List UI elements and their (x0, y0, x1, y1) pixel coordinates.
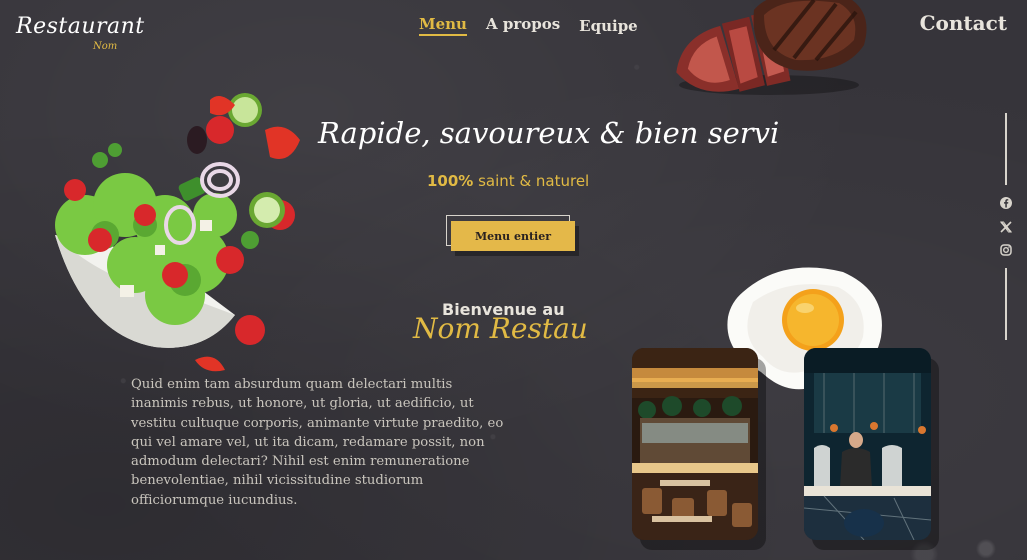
hero-subtitle-strong: 100% (427, 172, 474, 190)
logo-name: Restaurant (16, 14, 145, 39)
restaurant-name-heading: Nom Restau (413, 312, 588, 345)
logo-subtitle: Nom (93, 41, 118, 52)
facebook-icon[interactable] (998, 195, 1014, 211)
salad-bowl-image (55, 93, 300, 372)
welcome-paragraph: Quid enim tam absurdum quam delectari mu… (131, 377, 504, 508)
restaurant-interior-photo (632, 348, 758, 540)
x-icon[interactable] (998, 219, 1014, 235)
nav-equipe[interactable]: Equipe (579, 17, 638, 35)
social-rail-top-line (1005, 113, 1007, 185)
hero-subtitle: 100% saint & naturel (427, 172, 589, 190)
logo[interactable]: Restaurant Nom (16, 14, 145, 58)
hero-title: Rapide, savoureux & bien servi (318, 116, 780, 150)
instagram-icon[interactable] (998, 242, 1014, 258)
hero-subtitle-rest: saint & naturel (473, 172, 590, 190)
full-menu-button[interactable]: Menu entier (451, 221, 575, 251)
nav-a-propos[interactable]: A propos (486, 15, 560, 33)
steak-image (676, 0, 867, 95)
kitchen-chef-photo (804, 348, 931, 540)
social-rail-bottom-line (1005, 268, 1007, 340)
nav-menu[interactable]: Menu (419, 15, 467, 36)
nav-contact[interactable]: Contact (920, 11, 1007, 35)
main-nav: Menu A propos Equipe (419, 15, 638, 36)
